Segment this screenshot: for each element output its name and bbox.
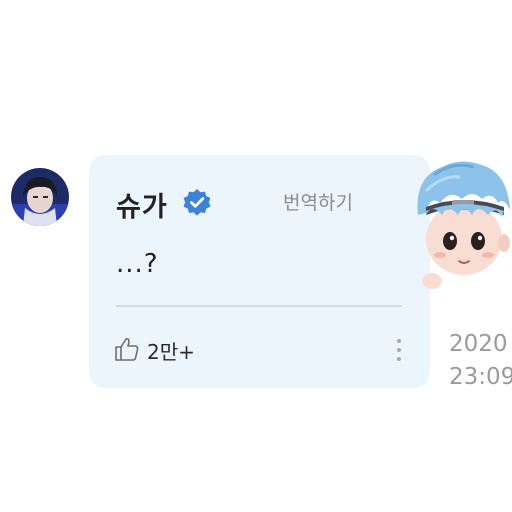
like-count: 2만+: [147, 340, 195, 364]
author-name[interactable]: 슈가: [116, 185, 168, 224]
vertical-ellipsis-icon[interactable]: [395, 337, 403, 363]
avatar[interactable]: [11, 168, 69, 226]
character-sticker: [412, 155, 512, 295]
timestamp-time: 23:09: [449, 364, 512, 390]
timestamp-date: 2020: [449, 331, 508, 357]
thumbs-up-icon[interactable]: [114, 336, 140, 362]
comment-bubble: 슈가 번역하기 ...? 2만+: [89, 155, 430, 388]
verified-badge-icon: [182, 188, 212, 218]
translate-button[interactable]: 번역하기: [283, 188, 353, 215]
comment-screen: 슈가 번역하기 ...? 2만+ 2020 23:09: [0, 0, 512, 512]
divider: [116, 305, 402, 307]
comment-text: ...?: [116, 249, 159, 279]
timestamp: 2020 23:09: [449, 328, 512, 394]
